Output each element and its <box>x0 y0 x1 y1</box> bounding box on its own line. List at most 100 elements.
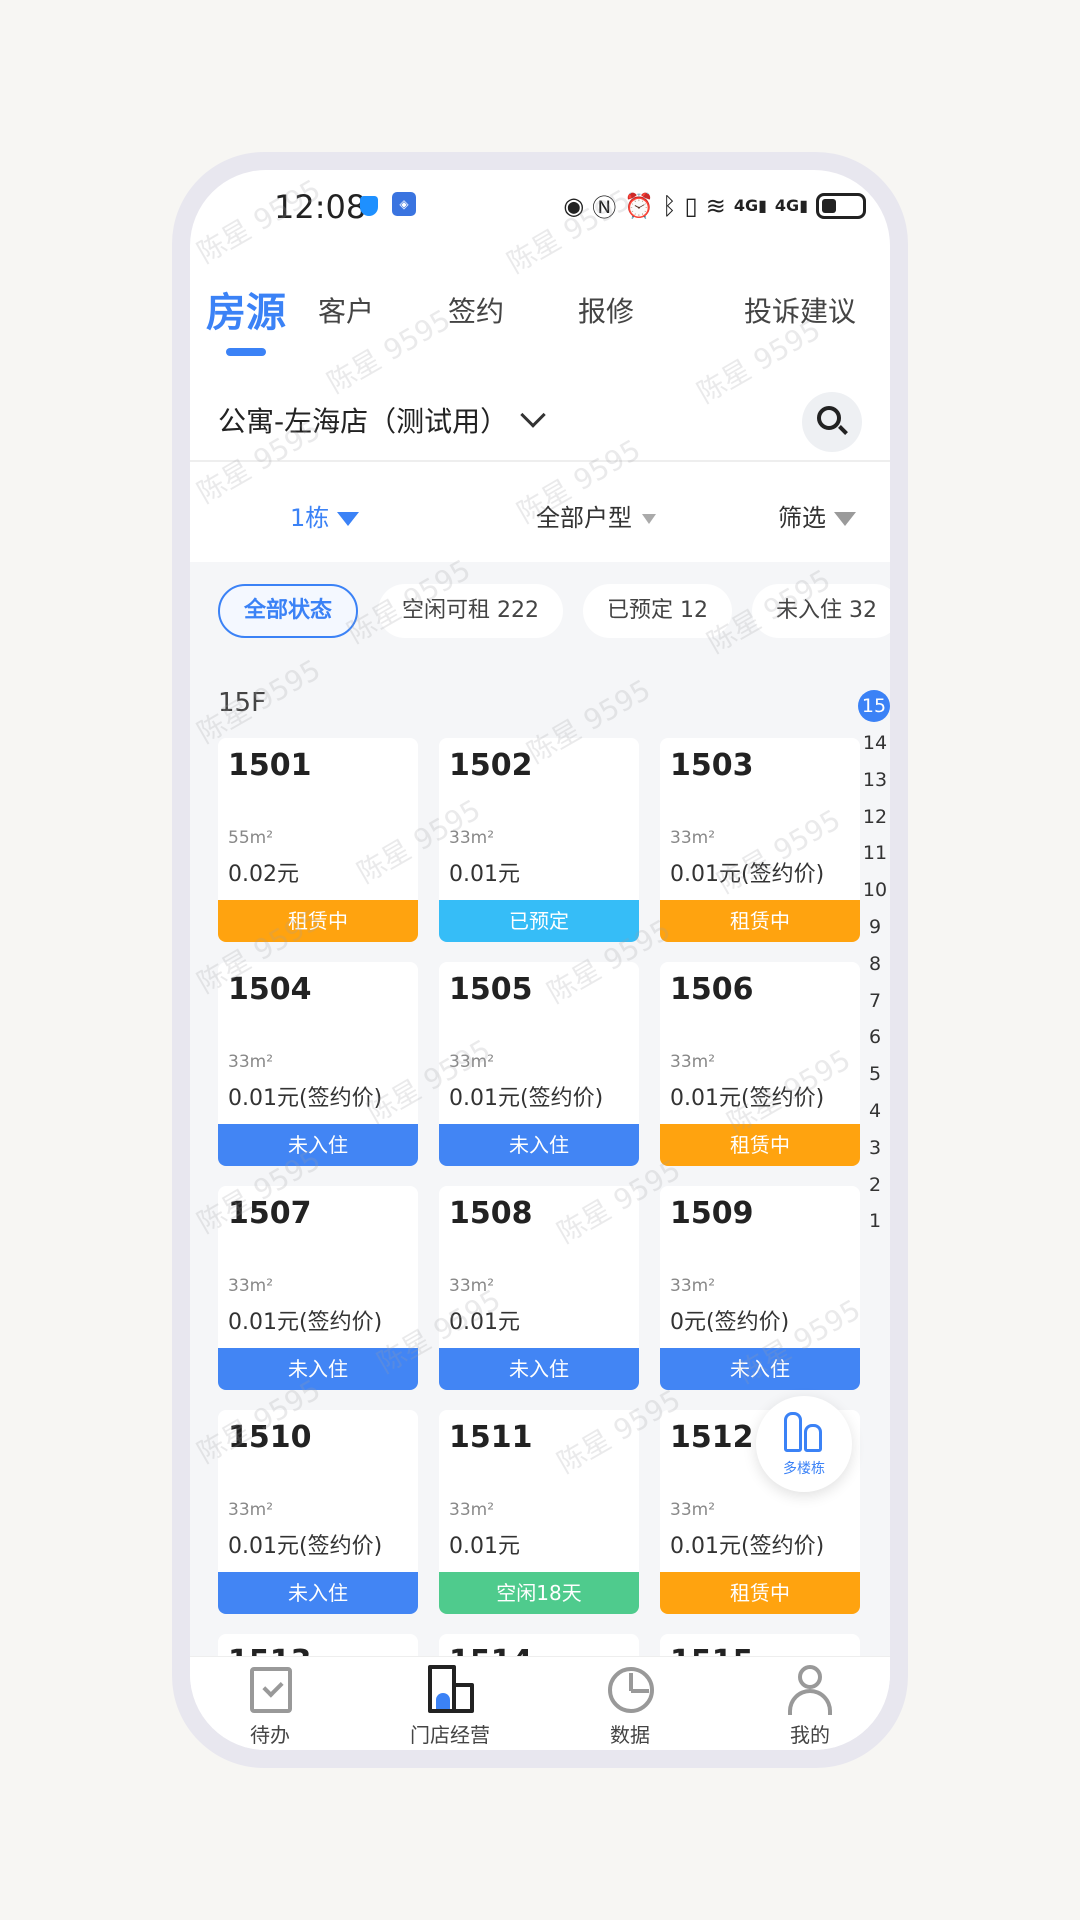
eye-icon: ◉ <box>563 191 585 220</box>
screen-filter-label: 筛选 <box>778 504 826 532</box>
room-area: 33m² <box>670 1500 716 1520</box>
floor-index-item[interactable]: 10 <box>860 872 890 909</box>
status-time: 12:08 <box>274 188 367 226</box>
chip-not-moved-in[interactable]: 未入住 32 <box>752 584 890 638</box>
floor-index-item[interactable]: 7 <box>860 983 890 1020</box>
room-status-badge: 租赁中 <box>660 900 860 942</box>
floor-index-item[interactable]: 2 <box>860 1167 890 1204</box>
room-type-label: 全部户型 <box>536 504 632 532</box>
room-area: 33m² <box>449 1500 495 1520</box>
active-tab-indicator <box>226 348 266 356</box>
floor-index-item[interactable]: 9 <box>860 909 890 946</box>
floor-index-item[interactable]: 15 <box>858 690 890 722</box>
floor-index-item[interactable]: 5 <box>860 1056 890 1093</box>
room-area: 55m² <box>228 828 274 848</box>
floor-index-item[interactable]: 14 <box>860 725 890 762</box>
room-number: 1503 <box>670 748 754 783</box>
store-icon <box>426 1665 474 1715</box>
floor-index-item[interactable]: 3 <box>860 1130 890 1167</box>
floor-index-item[interactable]: 13 <box>860 762 890 799</box>
signal-4g-icon: 4G▮ <box>733 196 767 215</box>
tab-listings[interactable]: 房源 <box>206 280 286 338</box>
battery-icon <box>816 192 866 219</box>
chip-all-status[interactable]: 全部状态 <box>218 584 359 638</box>
room-card[interactable]: 1508 33m² 0.01元 未入住 <box>439 1186 639 1390</box>
room-type-filter[interactable]: 全部户型 <box>536 498 656 533</box>
room-number: 1504 <box>228 972 312 1007</box>
room-area: 33m² <box>449 1276 495 1296</box>
top-tabs: 房源 客户 签约 报修 投诉建议 <box>190 270 890 350</box>
tab-contracts[interactable]: 签约 <box>448 290 504 330</box>
search-button[interactable] <box>802 392 862 452</box>
floor-index-item[interactable]: 11 <box>860 835 890 872</box>
status-icons: ◉ Ⓝ ⏰ ᛒ ▯ ≋ 4G▮ 4G▮ <box>563 188 866 223</box>
room-price: 0.01元(签约价) <box>670 1534 825 1559</box>
room-status-badge: 未入住 <box>439 1348 639 1390</box>
room-status-badge: 未入住 <box>218 1124 418 1166</box>
room-status-badge: 租赁中 <box>660 1572 860 1614</box>
multi-building-label: 多楼栋 <box>783 1461 825 1477</box>
status-chips: 全部状态 空闲可租 222 已预定 12 未入住 32 <box>218 584 890 638</box>
room-card[interactable]: 1503 33m² 0.01元(签约价) 租赁中 <box>660 738 860 942</box>
shield-icon <box>360 196 378 216</box>
room-price: 0.01元(签约价) <box>670 1086 825 1111</box>
nav-store[interactable]: 门店经营 <box>390 1665 510 1748</box>
room-area: 33m² <box>670 828 716 848</box>
room-card[interactable]: 1504 33m² 0.01元(签约价) 未入住 <box>218 962 418 1166</box>
room-price: 0.01元 <box>449 1310 520 1335</box>
room-status-badge: 已预定 <box>439 900 639 942</box>
room-area: 33m² <box>228 1500 274 1520</box>
room-card[interactable]: 1511 33m² 0.01元 空闲18天 <box>439 1410 639 1614</box>
room-area: 33m² <box>670 1276 716 1296</box>
room-number: 1502 <box>449 748 533 783</box>
data-icon <box>606 1665 654 1715</box>
store-selector[interactable]: 公寓-左海店（测试用） <box>190 370 890 470</box>
floor-index-item[interactable]: 8 <box>860 946 890 983</box>
room-number: 1511 <box>449 1420 533 1455</box>
alarm-icon: ⏰ <box>624 191 655 220</box>
room-status-badge: 未入住 <box>439 1124 639 1166</box>
multi-building-button[interactable]: 多楼栋 <box>756 1396 852 1492</box>
buildings-icon <box>784 1412 824 1454</box>
room-card[interactable]: 1509 33m² 0元(签约价) 未入住 <box>660 1186 860 1390</box>
room-card[interactable]: 1510 33m² 0.01元(签约价) 未入住 <box>218 1410 418 1614</box>
screen-filter[interactable]: 筛选 <box>778 498 856 533</box>
bottom-nav: 待办 门店经营 数据 我的 <box>190 1656 890 1750</box>
caret-down-icon <box>642 514 656 524</box>
room-status-badge: 空闲18天 <box>439 1572 639 1614</box>
nav-data-label: 数据 <box>610 1723 650 1747</box>
room-area: 33m² <box>228 1276 274 1296</box>
room-card[interactable]: 1505 33m² 0.01元(签约价) 未入住 <box>439 962 639 1166</box>
nav-data[interactable]: 数据 <box>570 1665 690 1748</box>
room-number: 1509 <box>670 1196 754 1231</box>
tab-complaints[interactable]: 投诉建议 <box>744 290 856 330</box>
floor-index-item[interactable]: 12 <box>860 799 890 836</box>
room-number: 1512 <box>670 1420 754 1455</box>
room-number: 1501 <box>228 748 312 783</box>
chip-reserved[interactable]: 已预定 12 <box>583 584 733 638</box>
wifi-icon: ≋ <box>705 191 726 220</box>
tab-repairs[interactable]: 报修 <box>578 290 634 330</box>
room-price: 0.02元 <box>228 862 299 887</box>
nav-todo[interactable]: 待办 <box>210 1665 330 1748</box>
room-card[interactable]: 1506 33m² 0.01元(签约价) 租赁中 <box>660 962 860 1166</box>
room-card[interactable]: 1507 33m² 0.01元(签约价) 未入住 <box>218 1186 418 1390</box>
floor-index-item[interactable]: 6 <box>860 1019 890 1056</box>
building-filter[interactable]: 1栋 <box>290 498 360 533</box>
bluetooth-icon: ᛒ <box>662 191 677 220</box>
floor-index-item[interactable]: 1 <box>860 1203 890 1240</box>
room-card[interactable]: 1501 55m² 0.02元 租赁中 <box>218 738 418 942</box>
chip-vacant[interactable]: 空闲可租 222 <box>378 584 564 638</box>
floor-index-item[interactable]: 4 <box>860 1093 890 1130</box>
nav-me[interactable]: 我的 <box>750 1665 870 1748</box>
app-screen: 12:08 ◈ ◉ Ⓝ ⏰ ᛒ ▯ ≋ 4G▮ 4G▮ 房源 客户 签约 报修 … <box>190 170 890 1750</box>
room-card[interactable]: 1502 33m² 0.01元 已预定 <box>439 738 639 942</box>
nav-store-label: 门店经营 <box>410 1723 490 1747</box>
floor-index: 15 14 13 12 11 10 9 8 7 6 5 4 3 2 1 <box>858 688 890 1240</box>
room-area: 33m² <box>449 828 495 848</box>
room-number: 1507 <box>228 1196 312 1231</box>
tab-customers[interactable]: 客户 <box>318 290 374 330</box>
signal-4g-icon: 4G▮ <box>774 196 808 215</box>
room-grid: 1501 55m² 0.02元租赁中 1502 33m² 0.01元 已预定 1503 33m²… <box>218 738 860 1664</box>
room-price: 0.01元(签约价) <box>228 1310 383 1335</box>
